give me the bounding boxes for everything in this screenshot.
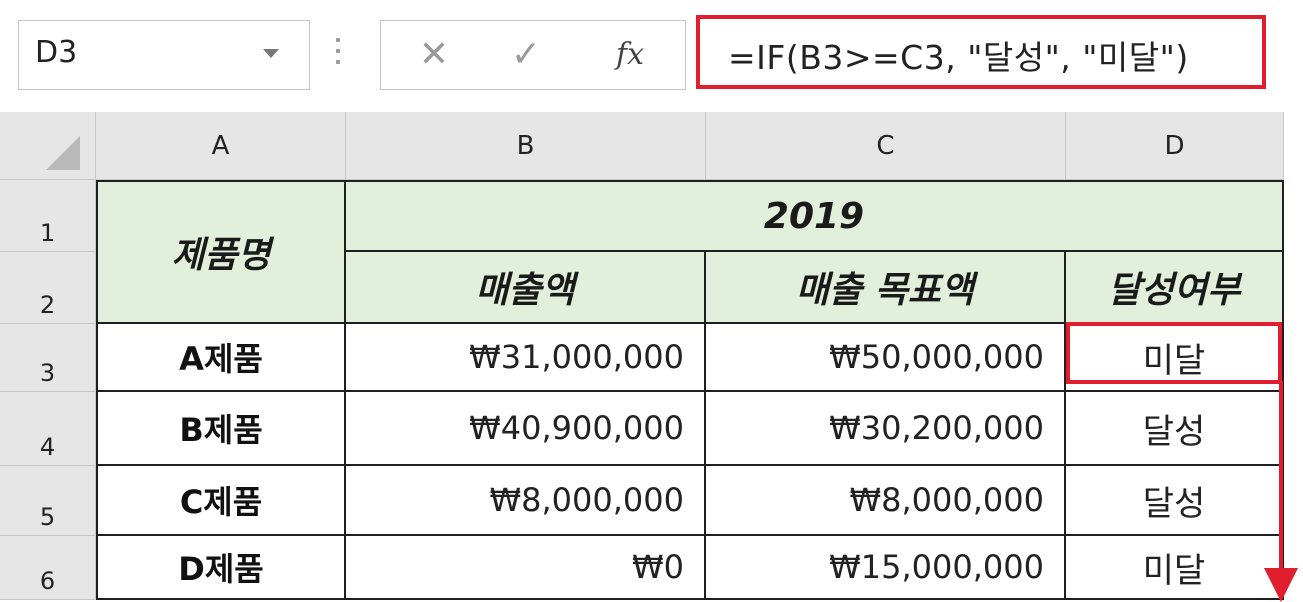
- formula-buttons: ✕ ✓ fx: [380, 20, 686, 90]
- column-header-d[interactable]: D: [1066, 112, 1284, 180]
- cell-c5-target[interactable]: ₩8,000,000: [706, 466, 1066, 536]
- name-box-value: D3: [35, 35, 78, 70]
- formula-bar-grip-icon[interactable]: [336, 38, 340, 72]
- cell-c4-target[interactable]: ₩30,200,000: [706, 392, 1066, 466]
- cell-c6-target[interactable]: ₩15,000,000: [706, 536, 1066, 600]
- cell-b4-sales[interactable]: ₩40,900,000: [346, 392, 706, 466]
- active-cell-highlight: [1066, 322, 1282, 384]
- cell-b3-sales[interactable]: ₩31,000,000: [346, 324, 706, 392]
- cell-d6-result[interactable]: 미달: [1066, 536, 1284, 600]
- cell-a6-product[interactable]: D제품: [96, 536, 346, 600]
- fill-down-arrow-head-icon: [1264, 568, 1298, 602]
- row-header-1[interactable]: 1: [0, 180, 96, 252]
- row-header-6[interactable]: 6: [0, 536, 96, 600]
- formula-input[interactable]: =IF(B3>=C3, "달성", "미달"): [696, 15, 1266, 89]
- formula-bar-area: D3 ✕ ✓ fx =IF(B3>=C3, "달성", "미달"): [0, 0, 1303, 102]
- cell-a1-product-header[interactable]: 제품명: [96, 180, 346, 324]
- row-header-3[interactable]: 3: [0, 324, 96, 392]
- cell-a5-product[interactable]: C제품: [96, 466, 346, 536]
- cell-b5-sales[interactable]: ₩8,000,000: [346, 466, 706, 536]
- cell-d2-achieved-header[interactable]: 달성여부: [1066, 252, 1284, 324]
- cell-c2-target-header[interactable]: 매출 목표액: [706, 252, 1066, 324]
- cell-a3-product[interactable]: A제품: [96, 324, 346, 392]
- enter-check-icon[interactable]: ✓: [501, 31, 551, 79]
- cancel-icon[interactable]: ✕: [409, 31, 459, 79]
- fill-down-arrow-line: [1279, 381, 1283, 573]
- cell-b6-sales[interactable]: ₩0: [346, 536, 706, 600]
- row-header-4[interactable]: 4: [0, 392, 96, 466]
- select-all-triangle-icon: [46, 136, 80, 170]
- row-header-5[interactable]: 5: [0, 466, 96, 536]
- row-header-2[interactable]: 2: [0, 252, 96, 324]
- cell-b1-year[interactable]: 2019: [346, 180, 1284, 252]
- formula-text: =IF(B3>=C3, "달성", "미달"): [728, 38, 1189, 77]
- column-header-b[interactable]: B: [346, 112, 706, 180]
- column-header-a[interactable]: A: [96, 112, 346, 180]
- cell-a4-product[interactable]: B제품: [96, 392, 346, 466]
- column-header-c[interactable]: C: [706, 112, 1066, 180]
- cell-d5-result[interactable]: 달성: [1066, 466, 1284, 536]
- cell-d4-result[interactable]: 달성: [1066, 392, 1284, 466]
- cell-b2-sales-header[interactable]: 매출액: [346, 252, 706, 324]
- insert-function-icon[interactable]: fx: [605, 31, 655, 79]
- name-box[interactable]: D3: [18, 20, 310, 90]
- cell-c3-target[interactable]: ₩50,000,000: [706, 324, 1066, 392]
- chevron-down-icon[interactable]: [263, 49, 279, 58]
